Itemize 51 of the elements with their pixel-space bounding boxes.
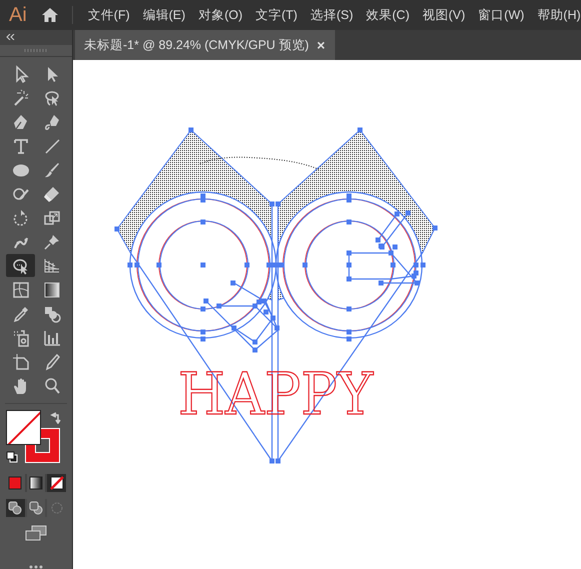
- draw-behind-icon: [27, 499, 45, 517]
- menu-item[interactable]: 帮助(H): [537, 6, 581, 24]
- document-tab[interactable]: 未标题-1* @ 89.24% (CMYK/GPU 预览) ×: [75, 30, 335, 60]
- menu-item[interactable]: 编辑(E): [142, 6, 186, 24]
- gradient-fill-icon: [27, 474, 45, 492]
- draw-normal-icon: [6, 499, 24, 517]
- home-icon[interactable]: [40, 7, 59, 23]
- mode-button[interactable]: [26, 474, 46, 492]
- zoom-icon: [42, 376, 60, 395]
- lasso-icon: [42, 88, 60, 107]
- swap-arrow-icon[interactable]: [50, 411, 62, 424]
- spray-can-icon: [12, 328, 30, 347]
- app-logo: Ai: [9, 5, 27, 25]
- free-transform-icon: [12, 256, 30, 275]
- default-colors-icon[interactable]: [6, 451, 18, 464]
- menu-item[interactable]: 视图(V): [422, 6, 466, 24]
- screen-mode-icon[interactable]: [25, 525, 47, 541]
- pin-icon: [42, 232, 60, 251]
- rotate-icon: [12, 208, 30, 227]
- menu-item[interactable]: 效果(C): [366, 6, 410, 24]
- no-fill-icon: [48, 474, 66, 492]
- blend-icon: [42, 304, 60, 323]
- tool-button[interactable]: [6, 254, 35, 278]
- pen-nib-icon: [12, 112, 30, 131]
- grip-icon[interactable]: [24, 48, 48, 52]
- more-icon[interactable]: [29, 565, 43, 569]
- mode-button[interactable]: [47, 474, 66, 492]
- color-fill-icon: [6, 474, 24, 492]
- perspective-grid-icon: [42, 256, 60, 275]
- menu-item[interactable]: 文件(F): [88, 6, 130, 24]
- close-button[interactable]: ×: [316, 38, 325, 52]
- artboard-icon: [12, 352, 30, 371]
- wand-icon: [12, 88, 30, 107]
- scale-icon: [42, 208, 60, 227]
- type-icon: [12, 136, 30, 155]
- line-icon: [42, 136, 60, 155]
- fill-swatch[interactable]: [6, 410, 41, 446]
- menu-item[interactable]: 窗口(W): [478, 6, 524, 24]
- gradient-icon: [42, 280, 60, 299]
- document-title: 未标题-1* @ 89.24% (CMYK/GPU 预览): [84, 36, 309, 54]
- menu-item[interactable]: 文字(T): [256, 6, 298, 24]
- brush-icon: [42, 160, 60, 179]
- bar-chart-icon: [42, 328, 60, 347]
- mesh-icon: [12, 280, 30, 299]
- curvature-pen-icon: [42, 112, 60, 131]
- eyedropper-icon: [12, 304, 30, 323]
- mode-button[interactable]: [6, 499, 25, 517]
- menu-item[interactable]: 对象(O): [198, 6, 242, 24]
- eraser-icon: [42, 184, 60, 203]
- menu-item[interactable]: 选择(S): [310, 6, 354, 24]
- collapse-icon[interactable]: [6, 34, 15, 40]
